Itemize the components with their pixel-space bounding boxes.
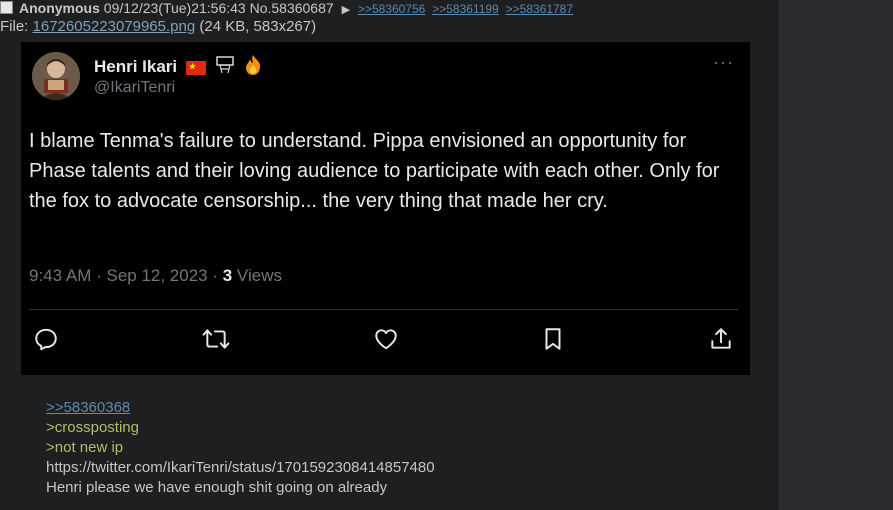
tweet-author-name: Henri Ikari <box>94 54 263 81</box>
backlink-2[interactable]: >>58361199 <box>432 2 499 16</box>
post-comment: >>58360368 >crossposting >not new ip htt… <box>46 398 435 498</box>
post-header: Anonymous 09/12/23(Tue)21:56:43 No.58360… <box>0 0 576 18</box>
backlink-3[interactable]: >>58361787 <box>506 2 573 16</box>
tweet-handle: @IkariTenri <box>94 79 176 96</box>
share-icon[interactable] <box>708 326 734 352</box>
reply-icon[interactable] <box>33 326 59 352</box>
like-icon[interactable] <box>373 326 399 352</box>
post-menu-arrow-icon[interactable]: ▶ <box>342 4 350 16</box>
right-panel <box>777 0 893 510</box>
comment-url: https://twitter.com/IkariTenri/status/17… <box>46 459 435 476</box>
avatar <box>32 52 80 100</box>
tweet-timestamp: 9:43 AM · Sep 12, 2023 · <box>29 266 223 285</box>
more-options-icon[interactable]: ··· <box>713 52 734 73</box>
post-datetime: 09/12/23(Tue)21:56:43 <box>103 0 246 16</box>
file-info-line: File: 1672605223079965.png (24 KB, 583x2… <box>0 18 316 36</box>
comment-text: Henri please we have enough shit going o… <box>46 479 388 496</box>
tweet-text: I blame Tenma's failure to understand. P… <box>29 130 720 212</box>
backlink-1[interactable]: >>58360756 <box>358 2 425 16</box>
views-count: 3 <box>222 266 233 285</box>
post-number[interactable]: No.58360687 <box>250 0 334 16</box>
greentext-line: >not new ip <box>46 439 124 456</box>
basketball-hoop-icon <box>215 55 235 80</box>
tweet-image[interactable]: Henri Ikari @IkariTenri ··· I blame Tenm… <box>21 42 750 375</box>
tweet-display-name: Henri Ikari <box>94 56 178 76</box>
poster-name: Anonymous <box>19 0 100 16</box>
tweet-actions <box>33 325 734 353</box>
china-flag-icon <box>185 60 206 75</box>
bookmark-icon[interactable] <box>540 326 566 352</box>
post-checkbox[interactable] <box>0 1 13 14</box>
quote-link[interactable]: >>58360368 <box>46 399 130 416</box>
file-link[interactable]: 1672605223079965.png <box>33 18 196 35</box>
greentext-line: >crossposting <box>46 419 139 436</box>
file-meta: (24 KB, 583x267) <box>199 18 317 35</box>
retweet-icon[interactable] <box>201 326 231 352</box>
views-label: Views <box>232 266 282 285</box>
tweet-meta: 9:43 AM · Sep 12, 2023 · 3 Views <box>29 266 282 286</box>
fire-icon <box>243 54 263 81</box>
file-label: File: <box>0 18 33 35</box>
tweet-divider <box>29 309 738 310</box>
